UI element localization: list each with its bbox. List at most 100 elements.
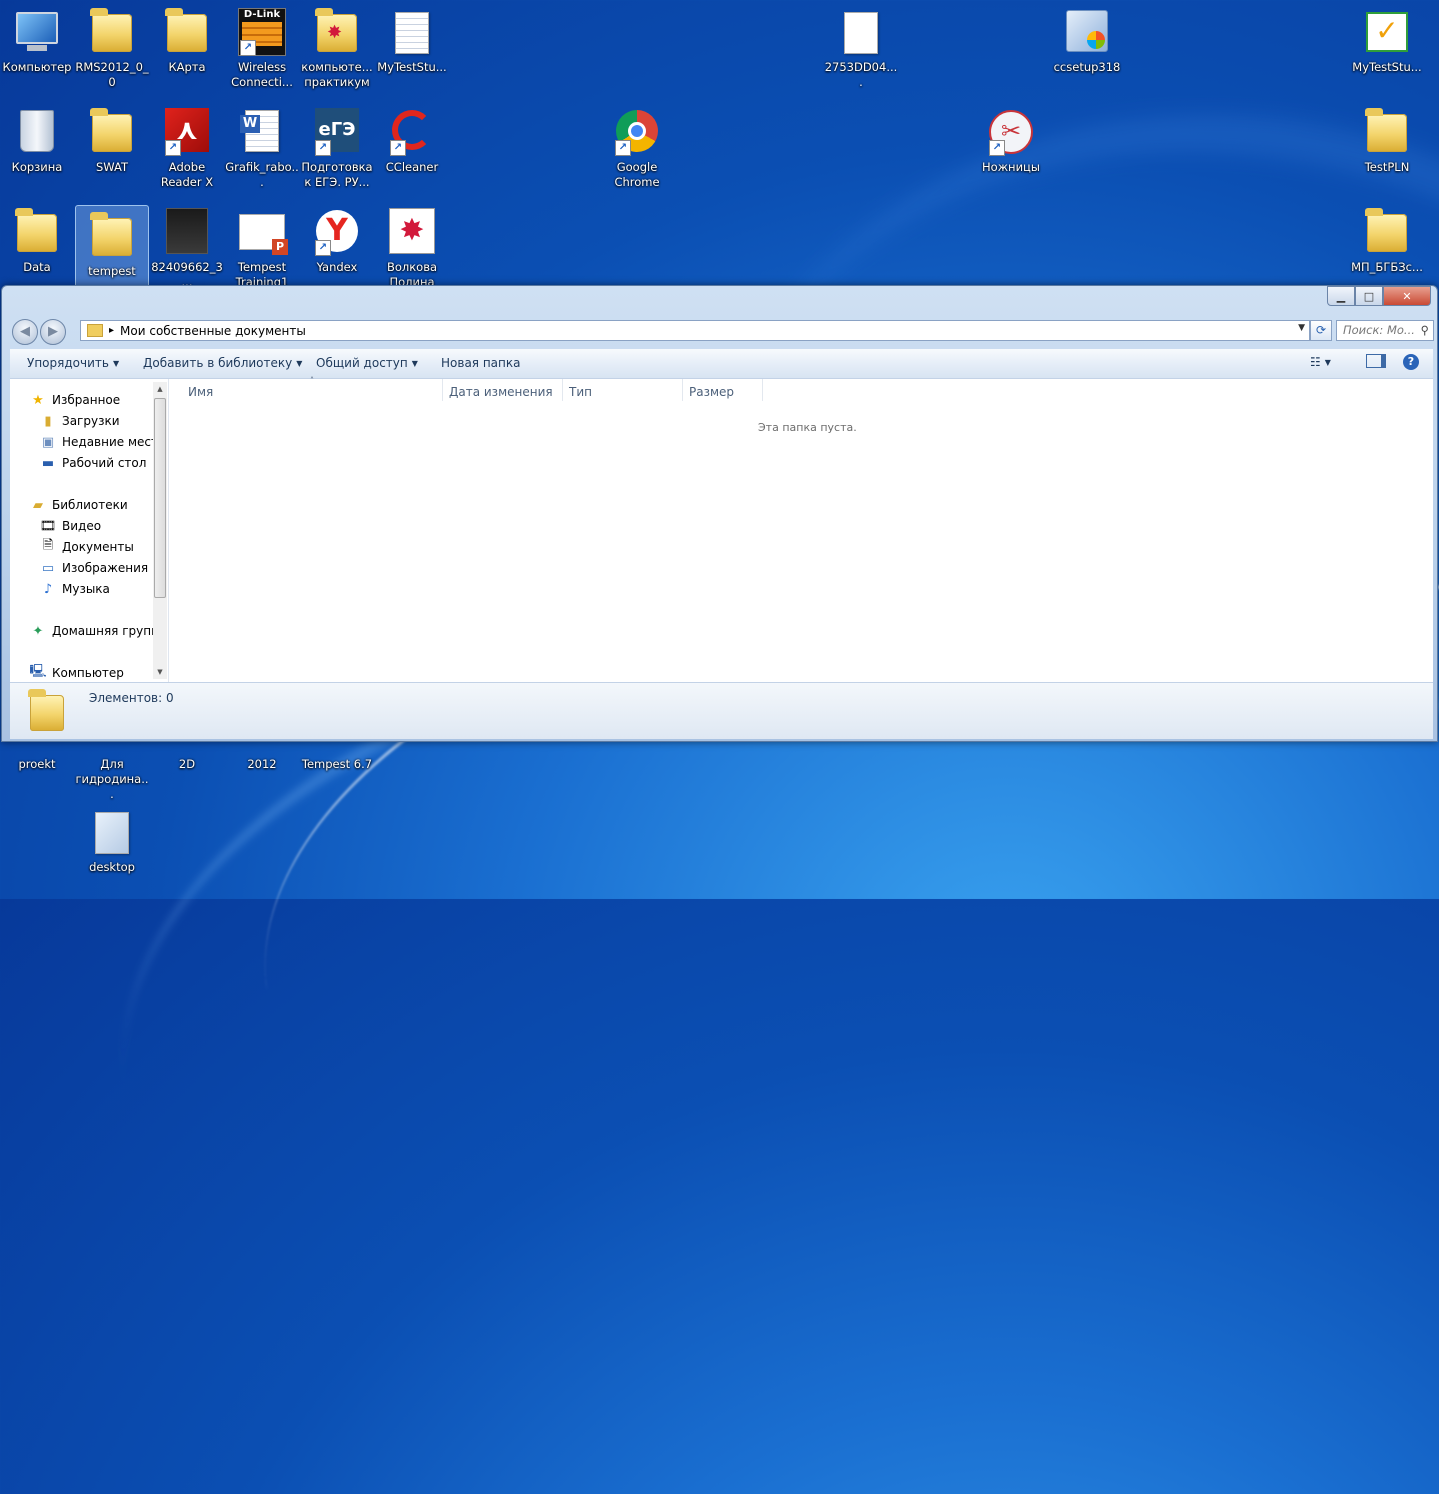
desktop-icon-2753dd04[interactable]: 2753DD04.... [824, 2, 898, 92]
text-file-icon [395, 12, 429, 54]
dropdown-arrow-icon: ▼ [112, 359, 120, 368]
nav-images[interactable]: ▭ Изображения [40, 558, 148, 578]
nav-libraries[interactable]: ▰ Библиотеки [30, 495, 128, 515]
desktop-icon-google-chrome[interactable]: ↗ Google Chrome [600, 102, 674, 192]
nav-desktop[interactable]: ▬ Рабочий стол [40, 453, 147, 473]
view-list-icon: ☷ [1310, 355, 1321, 369]
desktop-icon-ccleaner[interactable]: ↗ CCleaner [375, 102, 449, 192]
desktop-icon-computer[interactable]: Компьютер [0, 2, 74, 92]
homegroup-icon: ✦ [32, 623, 44, 639]
details-pane: Элементов: 0 [10, 682, 1433, 739]
desktop-icon-recycle-bin[interactable]: Корзина [0, 102, 74, 192]
nav-downloads[interactable]: ▮ Загрузки [40, 411, 119, 431]
scroll-thumb[interactable] [154, 398, 166, 598]
nav-homegroup[interactable]: ✦ Домашняя группа [30, 621, 167, 641]
desktop-icon-praktikum[interactable]: ✸ компьюте... практикум [300, 2, 374, 92]
search-input[interactable]: Поиск: Мо... ⚲ [1336, 320, 1434, 341]
new-folder-button[interactable]: Новая папка [441, 356, 520, 370]
column-separator[interactable] [762, 379, 763, 401]
chrome-icon: ↗ [613, 108, 661, 156]
close-button[interactable]: ✕ [1383, 286, 1431, 306]
word-document-icon: W [238, 108, 286, 156]
breadcrumb-separator[interactable]: ▸ [109, 325, 114, 336]
caption-buttons: ▁ □ ✕ [1327, 286, 1431, 306]
column-separator[interactable] [442, 379, 443, 401]
folder-icon [15, 208, 57, 252]
column-separator[interactable] [682, 379, 683, 401]
help-button[interactable]: ? [1403, 354, 1419, 370]
ccleaner-icon: ↗ [388, 108, 436, 156]
recycle-bin-icon [13, 108, 61, 156]
column-header-size[interactable]: Размер [689, 385, 734, 399]
refresh-button[interactable]: ⟳ [1310, 320, 1332, 341]
minimize-button[interactable]: ▁ [1327, 286, 1355, 306]
folder-icon [90, 108, 132, 152]
nav-music[interactable]: ♪ Музыка [40, 579, 110, 599]
explorer-window[interactable]: ▁ □ ✕ ◀ ▶ ▸ Мои собственные документы ▼ … [1, 285, 1438, 742]
refresh-icon: ⟳ [1315, 323, 1327, 337]
nav-scrollbar[interactable]: ▲ ▼ [153, 382, 167, 679]
folder-icon [87, 324, 103, 337]
column-header-type[interactable]: Тип [569, 385, 592, 399]
desktop-icon-data[interactable]: Data [0, 202, 74, 292]
view-options-button[interactable]: ☷ ▼ [1310, 355, 1331, 369]
sort-ascending-icon: ˄ [310, 376, 314, 385]
star-icon: ★ [32, 392, 44, 408]
nav-computer[interactable]: 🖳 Компьютер [29, 663, 124, 683]
column-separator[interactable] [562, 379, 563, 401]
breadcrumb-current[interactable]: Мои собственные документы [120, 324, 306, 338]
navigation-bar: ◀ ▶ ▸ Мои собственные документы ▼ ⟳ Поис… [10, 317, 1434, 345]
shortcut-arrow-icon: ↗ [240, 40, 256, 56]
content-area: ★ Избранное ▮ Загрузки ▣ Недавние места ▬ Ра… [10, 376, 1433, 683]
shortcut-arrow-icon: ↗ [315, 140, 331, 156]
add-to-library-button[interactable]: Добавить в библиотеку ▼ [143, 356, 302, 370]
address-bar[interactable]: ▸ Мои собственные документы ▼ [80, 320, 1310, 341]
desktop-icon-yandex[interactable]: Y ↗ Yandex [300, 202, 374, 292]
desktop-icon-82409662[interactable]: 82409662_3... [150, 202, 224, 292]
desktop-icon-mp-bgbz[interactable]: МП_БГБЗс... [1350, 202, 1424, 292]
desktop-icon-ege[interactable]: еГЭ ↗ Подготовка к ЕГЭ. РУ... [300, 102, 374, 192]
nav-favorites[interactable]: ★ Избранное [30, 390, 120, 410]
maximize-button[interactable]: □ [1355, 286, 1383, 306]
desktop-icon-grafik[interactable]: W Grafik_rabo... [225, 102, 299, 192]
folder-icon [1365, 208, 1407, 252]
desktop-icon-myteststu-app[interactable]: ✓ MyTestStu... [1350, 2, 1424, 92]
column-header-date[interactable]: Дата изменения [449, 385, 553, 399]
back-button[interactable]: ◀ [12, 319, 38, 345]
desktop-icon-tempest[interactable]: tempest [75, 205, 149, 295]
desktop-icon-swat[interactable]: SWAT [75, 102, 149, 192]
documents-icon: 🗎 [42, 538, 54, 553]
organize-button[interactable]: Упорядочить ▼ [27, 356, 119, 370]
desktop-icon-karta[interactable]: КАрта [150, 2, 224, 92]
desktop-icon-testpln[interactable]: TestPLN [1350, 102, 1424, 192]
desktop-icon-adobe-reader[interactable]: ⋏ ↗ Adobe Reader X [150, 102, 224, 192]
share-button[interactable]: Общий доступ ▼ [316, 356, 418, 370]
column-header-name[interactable]: Имя [188, 385, 213, 399]
scroll-up-icon[interactable]: ▲ [153, 382, 167, 396]
ini-file-icon [88, 808, 136, 856]
desktop-icon-myteststu-file[interactable]: MyTestStu... [375, 2, 449, 92]
shortcut-arrow-icon: ↗ [989, 140, 1005, 156]
desktop-icon-desktop-file[interactable]: desktop [75, 802, 149, 892]
libraries-icon: ▰ [33, 497, 43, 513]
desktop-icon-hydro[interactable]: Для гидродина... [75, 735, 149, 801]
desktop-icon-snipping-tool[interactable]: ✂ ↗ Ножницы [974, 102, 1048, 192]
desktop-icon-volkova[interactable]: ✸ Волкова Полина [375, 202, 449, 292]
preview-pane-icon [1366, 354, 1386, 368]
nav-recent-places[interactable]: ▣ Недавние места [40, 432, 166, 452]
desktop-icon-rms2012[interactable]: RMS2012_0_0 [75, 2, 149, 92]
folder-icon [28, 689, 64, 731]
desktop-icon-wireless[interactable]: D-Link ↗ Wireless Connecti... [225, 2, 299, 92]
desktop-icon-ccsetup318[interactable]: ccsetup318 [1050, 2, 1124, 92]
scroll-down-icon[interactable]: ▼ [153, 665, 167, 679]
dropdown-arrow-icon: ▼ [411, 359, 418, 368]
forward-button[interactable]: ▶ [40, 319, 66, 345]
nav-documents[interactable]: 🗎 Документы [40, 537, 134, 557]
nav-video[interactable]: 🎞 Видео [40, 516, 101, 536]
preview-pane-button[interactable] [1366, 354, 1386, 371]
address-dropdown-icon[interactable]: ▼ [1298, 323, 1305, 333]
desktop-icon-tempest-training[interactable]: P Tempest Training1 [225, 202, 299, 292]
music-icon: ♪ [43, 581, 53, 597]
powerpoint-icon: P [238, 208, 288, 256]
setup-icon [1063, 8, 1111, 56]
